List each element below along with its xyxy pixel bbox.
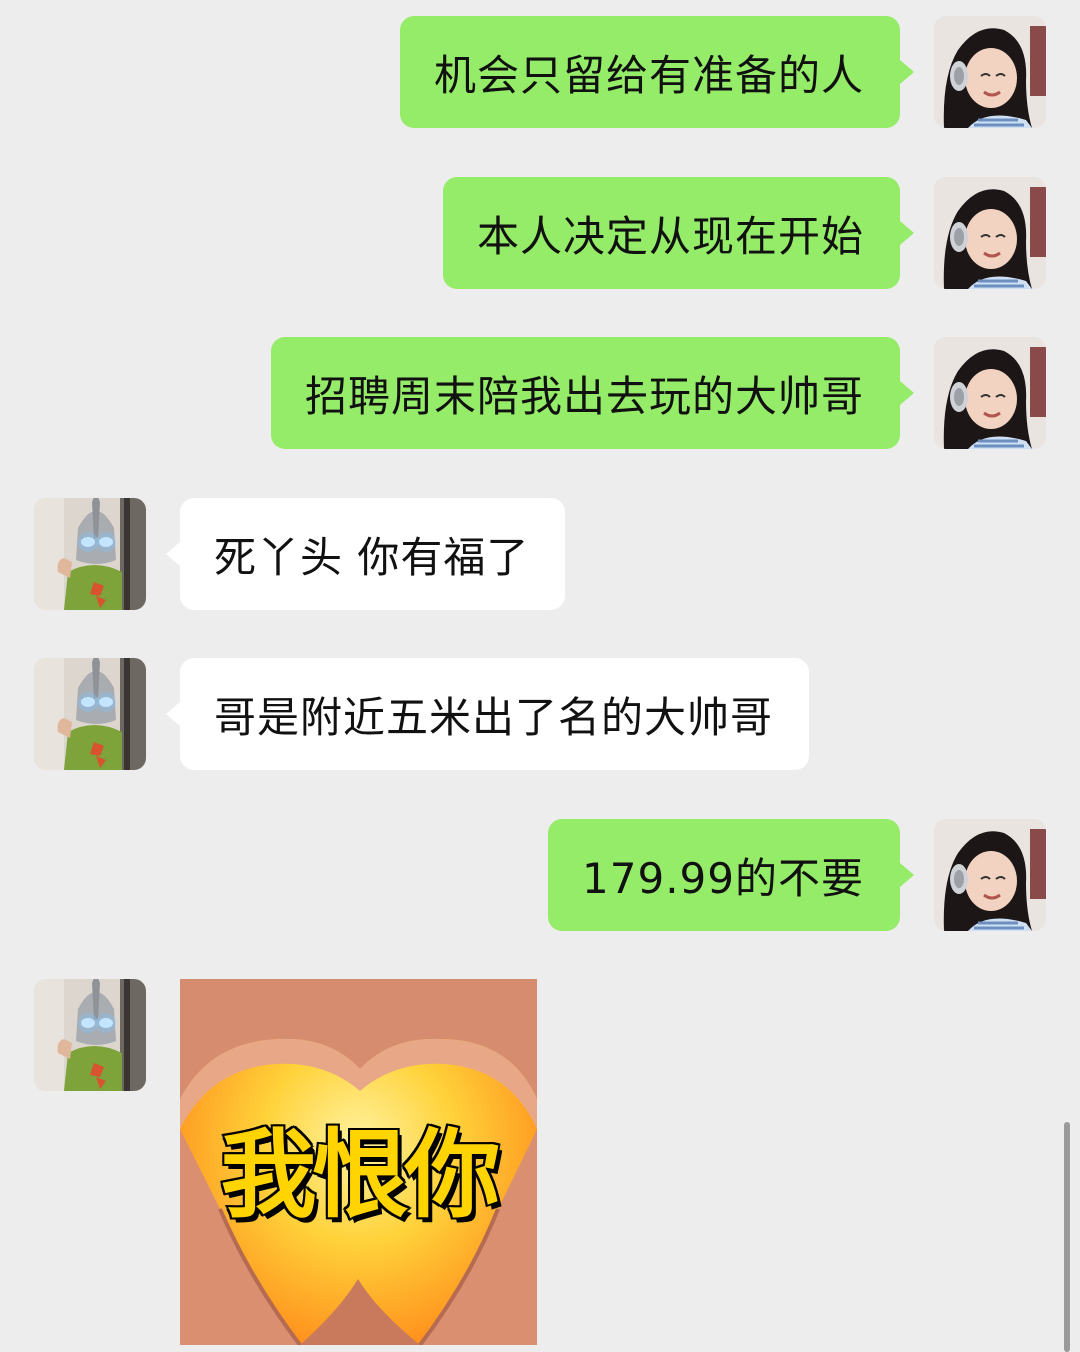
chat-view[interactable]: 机会只留给有准备的人 本人决定从现在开始 招聘周末陪我出去玩的大帅哥 死丫头 你… — [0, 0, 1080, 1352]
girl-with-headphones-avatar-icon — [934, 819, 1046, 931]
ultraman-mask-avatar-icon — [34, 498, 146, 610]
other-avatar[interactable] — [34, 979, 146, 1091]
scrollbar[interactable] — [1064, 1122, 1070, 1352]
heart-hands-sticker[interactable]: 我恨你 — [180, 979, 537, 1345]
ultraman-mask-avatar-icon — [34, 979, 146, 1091]
self-avatar[interactable] — [934, 819, 1046, 931]
girl-with-headphones-avatar-icon — [934, 16, 1046, 128]
message-bubble[interactable]: 机会只留给有准备的人 — [399, 16, 914, 128]
message-bubble[interactable]: 招聘周末陪我出去玩的大帅哥 — [270, 337, 914, 449]
message-text: 哥是附近五米出了名的大帅哥 — [214, 692, 774, 742]
self-avatar[interactable] — [934, 177, 1046, 289]
message-bubble[interactable]: 哥是附近五米出了名的大帅哥 — [166, 658, 810, 770]
girl-with-headphones-avatar-icon — [934, 177, 1046, 289]
message-text: 本人决定从现在开始 — [476, 211, 864, 261]
message-bubble[interactable]: 死丫头 你有福了 — [166, 498, 566, 610]
message-text: 招聘周末陪我出去玩的大帅哥 — [304, 371, 864, 421]
message-bubble[interactable]: 本人决定从现在开始 — [442, 177, 914, 289]
other-avatar[interactable] — [34, 658, 146, 770]
message-text: 179.99的不要 — [582, 853, 864, 903]
message-text: 死丫头 你有福了 — [214, 532, 530, 582]
self-avatar[interactable] — [934, 337, 1046, 449]
other-avatar[interactable] — [34, 498, 146, 610]
self-avatar[interactable] — [934, 16, 1046, 128]
girl-with-headphones-avatar-icon — [934, 337, 1046, 449]
sticker-caption: 我恨你 — [219, 1117, 503, 1233]
ultraman-mask-avatar-icon — [34, 658, 146, 770]
message-text: 机会只留给有准备的人 — [433, 50, 864, 100]
message-bubble[interactable]: 179.99的不要 — [548, 819, 914, 931]
